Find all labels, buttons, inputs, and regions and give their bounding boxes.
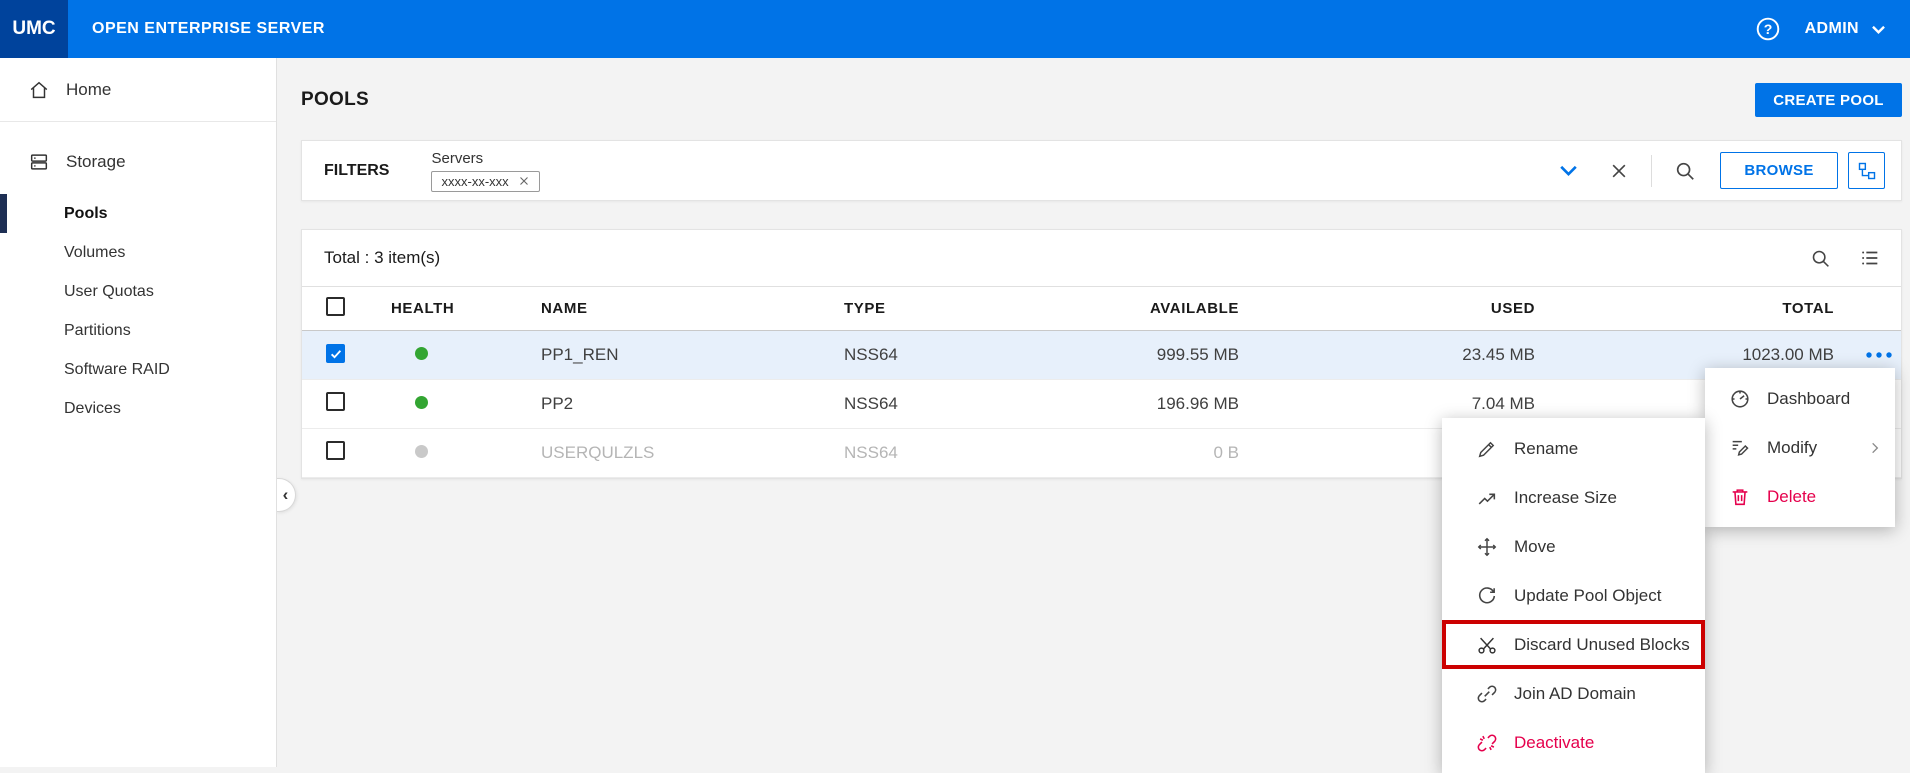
link-icon [1476, 683, 1498, 705]
menu-item-modify[interactable]: Modify [1705, 423, 1895, 472]
column-header-type: TYPE [844, 300, 1044, 317]
trash-icon [1729, 486, 1751, 508]
storage-subnav: Pools Volumes User Quotas Partitions Sof… [0, 194, 276, 428]
chevron-left-icon: ‹ [283, 485, 289, 505]
select-all-checkbox[interactable] [326, 297, 345, 316]
filters-actions: BROWSE [1556, 152, 1885, 189]
filters-expand-chevron-down-icon[interactable] [1556, 158, 1581, 183]
row-checkbox[interactable] [326, 441, 345, 460]
servers-filter-group: Servers xxxx-xx-xxx [431, 150, 539, 192]
pool-type: NSS64 [844, 394, 1044, 414]
sidebar-item-label: Storage [66, 152, 126, 172]
create-pool-button[interactable]: CREATE POOL [1755, 83, 1902, 117]
more-options-button[interactable] [1864, 350, 1894, 360]
refresh-icon [1476, 585, 1498, 607]
sidebar-item-storage[interactable]: Storage [0, 136, 276, 188]
pool-total: 1023.00 MB [1535, 345, 1834, 365]
chevron-down-icon [1869, 20, 1888, 39]
list-view-icon[interactable] [1859, 247, 1881, 269]
table-toolbar-actions [1810, 247, 1881, 269]
sidebar-item-partitions[interactable]: Partitions [0, 311, 276, 350]
column-header-used: USED [1239, 300, 1535, 317]
svg-text:?: ? [1763, 21, 1772, 37]
sidebar-item-home[interactable]: Home [0, 58, 276, 122]
sidebar-item-software-raid[interactable]: Software RAID [0, 350, 276, 389]
admin-user-menu[interactable]: ADMIN [1805, 20, 1888, 39]
filters-label: FILTERS [324, 162, 389, 180]
menu-item-join-ad-domain[interactable]: Join AD Domain [1442, 669, 1705, 718]
row-checkbox[interactable] [326, 392, 345, 411]
sidebar-item-pools[interactable]: Pools [0, 194, 276, 233]
sidebar-collapse-button[interactable]: ‹ [276, 478, 296, 512]
home-icon [28, 79, 50, 101]
modify-icon [1729, 437, 1751, 459]
filters-bar: FILTERS Servers xxxx-xx-xxx BROWSE [301, 140, 1902, 201]
server-filter-chip: xxxx-xx-xxx [431, 171, 539, 192]
menu-item-rename[interactable]: Rename [1442, 424, 1705, 473]
top-bar: UMC OPEN ENTERPRISE SERVER ? ADMIN [0, 0, 1910, 58]
pencil-icon [1476, 438, 1498, 460]
filters-search-icon[interactable] [1674, 160, 1696, 182]
pool-context-menu: Rename Increase Size Move Update Pool Ob… [1442, 418, 1705, 773]
menu-item-discard-unused-blocks[interactable]: Discard Unused Blocks [1442, 620, 1705, 669]
admin-label: ADMIN [1805, 20, 1859, 38]
health-status-dot [415, 347, 428, 360]
dashboard-icon [1729, 388, 1751, 410]
pool-name: USERQULZLS [541, 443, 844, 463]
sidebar-item-devices[interactable]: Devices [0, 389, 276, 428]
browse-button[interactable]: BROWSE [1720, 152, 1838, 189]
server-chip-value: xxxx-xx-xxx [441, 174, 508, 189]
table-toolbar: Total : 3 item(s) [302, 230, 1901, 287]
menu-item-dashboard[interactable]: Dashboard [1705, 374, 1895, 423]
tree-icon [1857, 161, 1877, 181]
table-search-icon[interactable] [1810, 248, 1831, 269]
sidebar-item-label: Home [66, 80, 111, 100]
help-icon[interactable]: ? [1755, 16, 1781, 42]
pool-name: PP1_REN [541, 345, 844, 365]
sidebar-item-volumes[interactable]: Volumes [0, 233, 276, 272]
product-title: OPEN ENTERPRISE SERVER [92, 20, 325, 38]
chip-close-icon[interactable] [518, 175, 530, 187]
umc-logo: UMC [0, 0, 68, 58]
servers-filter-label: Servers [431, 150, 539, 167]
pool-name: PP2 [541, 394, 844, 414]
move-icon [1476, 536, 1498, 558]
pool-available: 999.55 MB [1044, 345, 1239, 365]
sidebar-item-user-quotas[interactable]: User Quotas [0, 272, 276, 311]
pool-used: 7.04 MB [1239, 394, 1535, 414]
table-header-row: HEALTH NAME TYPE AVAILABLE USED TOTAL [302, 287, 1901, 331]
pool-available: 196.96 MB [1044, 394, 1239, 414]
column-header-total: TOTAL [1535, 300, 1834, 317]
pool-used: 23.45 MB [1239, 345, 1535, 365]
column-header-health: HEALTH [391, 300, 541, 317]
menu-item-deactivate[interactable]: Deactivate [1442, 718, 1705, 767]
filters-clear-close-icon[interactable] [1609, 161, 1629, 181]
broken-link-icon [1476, 732, 1498, 754]
menu-item-update-pool-object[interactable]: Update Pool Object [1442, 571, 1705, 620]
health-status-dot [415, 445, 428, 458]
page-title: POOLS [301, 89, 369, 111]
row-actions-menu: Dashboard Modify Delete [1705, 368, 1895, 527]
health-status-dot [415, 396, 428, 409]
menu-item-delete[interactable]: Delete [1705, 472, 1895, 521]
table-row[interactable]: PP1_REN NSS64 999.55 MB 23.45 MB 1023.00… [302, 331, 1901, 380]
storage-icon [28, 151, 50, 173]
pool-type: NSS64 [844, 345, 1044, 365]
sidebar: Home Storage Pools Volumes User Quotas P… [0, 58, 277, 767]
menu-item-move[interactable]: Move [1442, 522, 1705, 571]
column-header-name: NAME [541, 300, 844, 317]
total-count-label: Total : 3 item(s) [324, 248, 440, 268]
menu-item-increase-size[interactable]: Increase Size [1442, 473, 1705, 522]
topbar-right: ? ADMIN [1755, 0, 1888, 58]
increase-size-icon [1476, 487, 1498, 509]
scissors-icon [1476, 634, 1498, 656]
pool-available: 0 B [1044, 443, 1239, 463]
row-checkbox[interactable] [326, 344, 345, 363]
chevron-right-icon [1867, 440, 1883, 456]
pool-type: NSS64 [844, 443, 1044, 463]
divider [1651, 155, 1652, 187]
column-header-available: AVAILABLE [1044, 300, 1239, 317]
tree-view-button[interactable] [1848, 152, 1885, 189]
